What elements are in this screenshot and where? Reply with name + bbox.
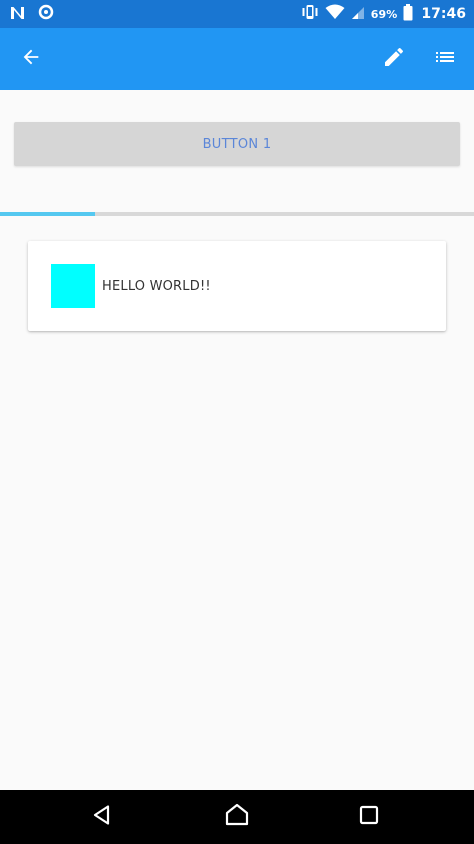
nav-home-button[interactable]	[213, 793, 261, 841]
status-bar: 69% 17:46	[0, 0, 474, 28]
battery-percent: 69%	[370, 7, 398, 21]
back-button[interactable]	[8, 36, 54, 82]
vibrate-icon	[301, 4, 319, 24]
progress-fill	[0, 212, 95, 216]
navigation-bar	[0, 790, 474, 844]
nav-back-icon	[90, 803, 114, 831]
status-bar-left	[10, 0, 54, 28]
signal-icon	[351, 5, 365, 24]
edit-button[interactable]	[372, 36, 416, 82]
back-arrow-icon	[20, 46, 42, 72]
app-bar	[0, 28, 474, 90]
nav-recents-icon	[358, 804, 380, 830]
card-text: HELLO WORLD!!	[102, 278, 211, 294]
nav-home-icon	[224, 802, 250, 832]
nav-back-button[interactable]	[78, 793, 126, 841]
wifi-icon	[325, 4, 345, 24]
list-icon	[433, 45, 457, 73]
notification-n-icon	[10, 5, 26, 24]
nav-recents-button[interactable]	[345, 793, 393, 841]
battery-icon	[403, 3, 413, 25]
list-button[interactable]	[422, 36, 468, 82]
progress-bar	[0, 212, 474, 216]
status-time: 17:46	[421, 6, 466, 22]
hello-card: HELLO WORLD!!	[28, 241, 446, 331]
settings-notification-icon	[38, 4, 54, 24]
edit-pencil-icon	[382, 45, 406, 73]
status-bar-right: 69% 17:46	[301, 0, 466, 28]
button-1[interactable]: BUTTON 1	[14, 122, 460, 166]
color-swatch	[51, 264, 95, 308]
